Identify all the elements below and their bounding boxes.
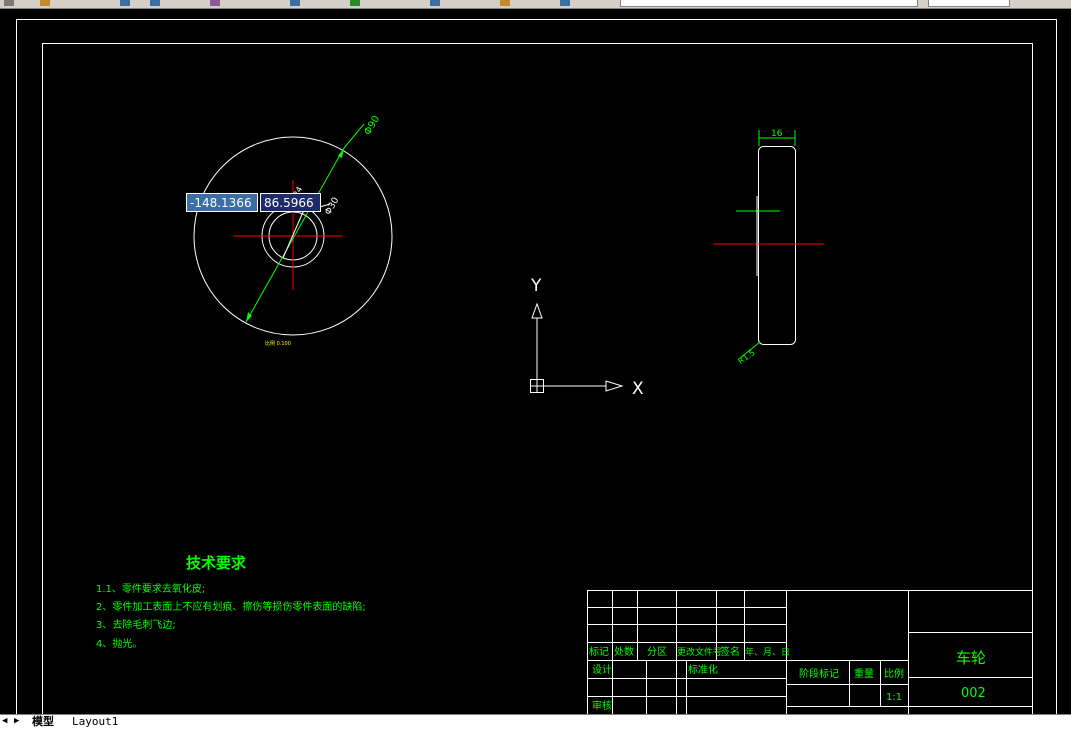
toolbar-icon[interactable] <box>120 0 130 6</box>
toolbar-icon[interactable] <box>500 0 510 6</box>
tb-header-cell: 年、月、日 <box>745 646 790 658</box>
ucs-y-label: Y <box>530 276 542 296</box>
drawing-svg: Φ90 Φ30 24 比例 0.100 16 R1.5 Y X 技术要求 1.1… <box>16 19 1057 714</box>
small-note-text: 比例 0.100 <box>265 340 291 347</box>
tech-line: 1.1、零件要求去氧化皮; <box>96 582 205 595</box>
toolbar <box>0 0 1071 9</box>
tb-header-cell: 签名 <box>720 645 740 658</box>
tb-drawing-no: 002 <box>961 686 986 701</box>
side-view-body <box>758 146 796 345</box>
tab-layout1[interactable]: Layout1 <box>70 715 120 728</box>
tb-header-cell: 分区 <box>647 646 667 658</box>
ucs-x-arrow <box>605 380 624 392</box>
front-view: Φ90 Φ30 24 比例 0.100 <box>193 114 393 347</box>
diameter-dim-text: Φ90 <box>362 114 382 137</box>
layer-dropdown[interactable] <box>620 0 918 7</box>
side-view: 16 R1.5 <box>713 129 824 366</box>
toolbar-icon[interactable] <box>150 0 160 6</box>
toolbar-icon[interactable] <box>560 0 570 6</box>
technical-requirements: 技术要求 1.1、零件要求去氧化皮; 2、零件加工表面上不应有划痕、擦伤等损伤零… <box>96 554 366 650</box>
toolbar-icon[interactable] <box>430 0 440 6</box>
diameter-dim-line <box>245 147 345 323</box>
width-dim-text: 16 <box>771 129 783 139</box>
tab-model[interactable]: 模型 <box>30 715 56 728</box>
tb-part-name: 车轮 <box>956 649 986 667</box>
ucs-icon: Y X <box>530 276 644 399</box>
tb-design: 设计 <box>592 663 612 676</box>
coordinate-x-input[interactable]: -148.1366 <box>186 193 258 212</box>
inner-dim-text: Φ30 <box>323 196 341 217</box>
ucs-y-arrow <box>531 302 543 319</box>
toolbar-icon[interactable] <box>290 0 300 6</box>
tb-stage-mark: 阶段标记 <box>799 667 839 680</box>
diameter-leader <box>343 123 365 149</box>
toolbar-icon[interactable] <box>40 0 50 6</box>
tech-line: 2、零件加工表面上不应有划痕、擦伤等损伤零件表面的缺陷; <box>96 600 366 613</box>
tech-line: 4、抛光。 <box>96 637 142 650</box>
tech-title: 技术要求 <box>186 554 247 572</box>
coordinate-y-input[interactable]: 86.5966 <box>260 193 321 212</box>
ucs-x-label: X <box>632 379 644 399</box>
property-dropdown[interactable] <box>928 0 1010 7</box>
layout-tabs: ◀ ▶ 模型 Layout1 <box>0 714 1071 729</box>
tb-scale-value: 1:1 <box>886 692 902 703</box>
tb-standardization: 标准化 <box>688 663 718 676</box>
toolbar-icon[interactable] <box>4 0 14 6</box>
tech-line: 3、去除毛刺飞边; <box>96 618 176 631</box>
toolbar-icon[interactable] <box>350 0 360 6</box>
tb-review: 审核 <box>592 699 612 712</box>
tb-header-cell: 标记 <box>589 646 609 658</box>
tab-next-icon[interactable]: ▶ <box>14 716 19 726</box>
tb-header-cell: 处数 <box>614 645 634 658</box>
tab-prev-icon[interactable]: ◀ <box>2 716 7 726</box>
chamfer-dim-text: R1.5 <box>737 348 757 366</box>
tb-weight: 重量 <box>854 667 874 680</box>
tb-header-cell: 更改文件号 <box>677 646 722 658</box>
toolbar-icon[interactable] <box>210 0 220 6</box>
tb-scale-label: 比例 <box>884 667 904 680</box>
drawing-canvas[interactable]: Φ90 Φ30 24 比例 0.100 16 R1.5 Y X 技术要求 1.1… <box>0 9 1071 714</box>
